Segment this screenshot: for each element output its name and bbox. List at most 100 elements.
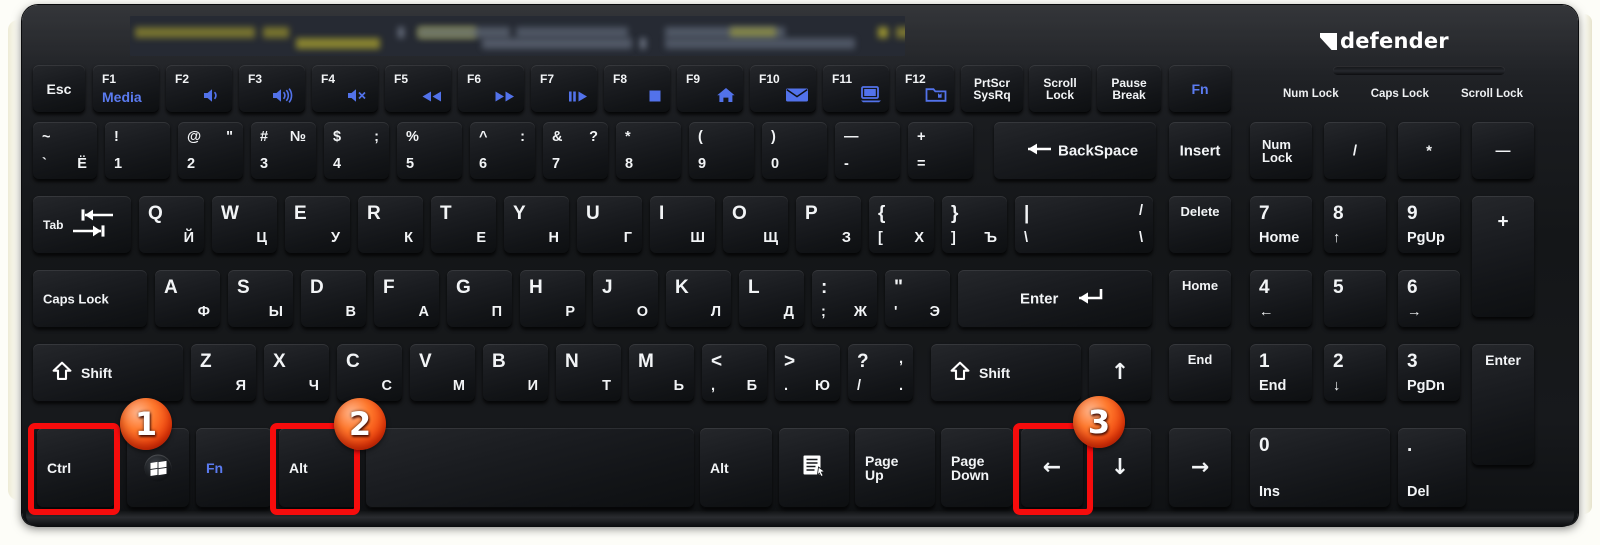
key-keyj[interactable]: JО — [593, 270, 658, 328]
key-pause[interactable]: Pause Break — [1097, 65, 1161, 113]
key-tab[interactable]: Tab — [33, 196, 131, 254]
key-keyc[interactable]: CС — [337, 344, 402, 402]
key-alt-right[interactable]: Alt — [700, 428, 772, 508]
key-keyp[interactable]: PЗ — [796, 196, 861, 254]
key-numpad6[interactable]: 6 → — [1398, 270, 1460, 328]
key-scroll-lock[interactable]: Scroll Lock — [1029, 65, 1091, 113]
key-keyq[interactable]: QЙ — [139, 196, 204, 254]
key-menu[interactable] — [779, 428, 849, 508]
key-numpad2[interactable]: 2 ↓ — [1324, 344, 1386, 402]
key-arrow-left[interactable]: ← — [1021, 428, 1083, 508]
key-arrow-up[interactable]: ↑ — [1089, 344, 1151, 402]
key-space[interactable] — [366, 428, 694, 508]
key-keyy[interactable]: YН — [504, 196, 569, 254]
key-numpad3[interactable]: 3 PgDn — [1398, 344, 1460, 402]
key-digit7[interactable]: &? 7 — [543, 122, 608, 180]
key-f9[interactable]: F9 — [677, 65, 743, 113]
key-pageup[interactable]: Page Up — [855, 428, 935, 508]
key-esc[interactable]: Esc — [33, 65, 85, 113]
key-backspace[interactable]: BackSpace — [994, 122, 1156, 180]
key-keym[interactable]: MЬ — [629, 344, 694, 402]
key-home[interactable]: Home — [1169, 270, 1231, 328]
key-numpad4[interactable]: 4 ← — [1250, 270, 1312, 328]
key-prtscr[interactable]: PrtScr SysRq — [961, 65, 1023, 113]
key-bracketright[interactable]: }] Ъ — [942, 196, 1007, 254]
key-keyk[interactable]: KЛ — [666, 270, 731, 328]
key-f11[interactable]: F11 — [823, 65, 889, 113]
key-fn[interactable]: Fn — [1169, 65, 1231, 113]
key-slash[interactable]: ?, /. — [848, 344, 913, 402]
key-digit3[interactable]: # № 3 — [251, 122, 316, 180]
key-minus[interactable]: — - — [835, 122, 900, 180]
key-digit2[interactable]: @ " 2 — [178, 122, 243, 180]
key-numlock[interactable]: Num Lock — [1250, 122, 1312, 180]
key-f10[interactable]: F10 — [750, 65, 816, 113]
key-comma[interactable]: <, Б — [702, 344, 767, 402]
key-keyw[interactable]: WЦ — [212, 196, 277, 254]
key-keyi[interactable]: IШ — [650, 196, 715, 254]
key-f4[interactable]: F4 — [312, 65, 378, 113]
key-quote[interactable]: " ' Э — [885, 270, 950, 328]
key-numpad-divide[interactable]: / — [1324, 122, 1386, 180]
key-f2[interactable]: F2 — [166, 65, 232, 113]
key-equal[interactable]: + = — [908, 122, 973, 180]
key-keyr[interactable]: RК — [358, 196, 423, 254]
key-numpad1[interactable]: 1 End — [1250, 344, 1312, 402]
key-enter[interactable]: Enter — [958, 270, 1152, 328]
key-numpad-enter[interactable]: Enter — [1472, 344, 1534, 466]
key-keyf[interactable]: FА — [374, 270, 439, 328]
key-fn-bottom[interactable]: Fn — [196, 428, 272, 508]
key-keyt[interactable]: TЕ — [431, 196, 496, 254]
key-digit1[interactable]: ! 1 — [105, 122, 170, 180]
key-keyg[interactable]: GП — [447, 270, 512, 328]
key-backquote[interactable]: ~ ` Ё — [33, 122, 97, 180]
key-f12[interactable]: F12 — [896, 65, 954, 113]
key-semicolon[interactable]: :; Ж — [812, 270, 877, 328]
key-arrow-right[interactable]: → — [1169, 428, 1231, 508]
key-keys[interactable]: SЫ — [228, 270, 293, 328]
key-keyd[interactable]: DВ — [301, 270, 366, 328]
key-capslock[interactable]: Caps Lock — [33, 270, 147, 328]
key-shift-left[interactable]: Shift — [33, 344, 183, 402]
key-keyb[interactable]: BИ — [483, 344, 548, 402]
key-f8[interactable]: F8 — [604, 65, 670, 113]
key-digit0[interactable]: ) 0 — [762, 122, 827, 180]
key-digit8[interactable]: * 8 — [616, 122, 681, 180]
key-f1[interactable]: F1 Media — [93, 65, 159, 113]
key-keyn[interactable]: NТ — [556, 344, 621, 402]
key-keyo[interactable]: OЩ — [723, 196, 788, 254]
key-f3[interactable]: F3 — [239, 65, 305, 113]
key-keyz[interactable]: ZЯ — [191, 344, 256, 402]
key-backslash[interactable]: | / \ \ — [1015, 196, 1153, 254]
key-digit4[interactable]: $; 4 — [324, 122, 389, 180]
key-numpad9[interactable]: 9 PgUp — [1398, 196, 1460, 254]
key-period[interactable]: >. Ю — [775, 344, 840, 402]
key-keye[interactable]: EУ — [285, 196, 350, 254]
key-ctrl-left[interactable]: Ctrl — [37, 428, 115, 508]
key-numpad-minus[interactable]: — — [1472, 122, 1534, 180]
key-delete[interactable]: Delete — [1169, 196, 1231, 254]
key-digit5[interactable]: % 5 — [397, 122, 462, 180]
key-keyl[interactable]: LД — [739, 270, 804, 328]
key-shift-right[interactable]: Shift — [931, 344, 1081, 402]
key-keyh[interactable]: HР — [520, 270, 585, 328]
key-keyx[interactable]: XЧ — [264, 344, 329, 402]
key-f6[interactable]: F6 — [458, 65, 524, 113]
key-numpad0[interactable]: 0 Ins — [1250, 428, 1390, 508]
key-numpad7[interactable]: 7 Home — [1250, 196, 1312, 254]
key-numpad-plus[interactable]: + — [1472, 196, 1534, 318]
key-numpad-multiply[interactable]: * — [1398, 122, 1460, 180]
key-numpad5[interactable]: 5 — [1324, 270, 1386, 328]
key-insert[interactable]: Insert — [1169, 122, 1231, 180]
key-keyu[interactable]: UГ — [577, 196, 642, 254]
key-keyv[interactable]: VМ — [410, 344, 475, 402]
key-f7[interactable]: F7 — [531, 65, 597, 113]
key-numpad-period[interactable]: . Del — [1398, 428, 1466, 508]
key-digit9[interactable]: (9 — [689, 122, 754, 180]
key-pagedown[interactable]: Page Down — [941, 428, 1013, 508]
key-digit6[interactable]: ^: 6 — [470, 122, 535, 180]
key-f5[interactable]: F5 — [385, 65, 451, 113]
key-bracketleft[interactable]: {[Х — [869, 196, 934, 254]
key-numpad8[interactable]: 8 ↑ — [1324, 196, 1386, 254]
key-end[interactable]: End — [1169, 344, 1231, 402]
